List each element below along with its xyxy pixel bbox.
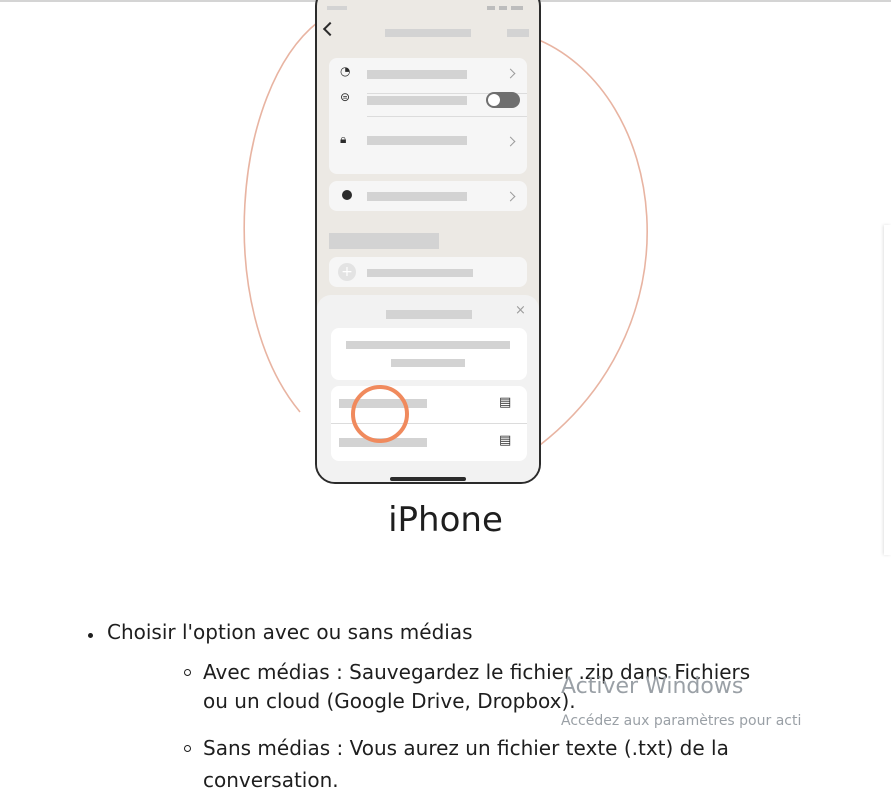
list-item-sub1-line2: ou un cloud (Google Drive, Dropbox). [203, 689, 576, 713]
chat-lock-icon: ⊜ [340, 90, 351, 104]
nav-action[interactable] [507, 29, 529, 37]
profile-icon [342, 190, 352, 200]
bullet-dot [88, 633, 93, 638]
bullet-circle [184, 669, 191, 676]
list-item-sub2-line1: Sans médias : Vous aurez un fichier text… [203, 736, 729, 760]
settings-card: ◔ ⊜ 🔒︎ [329, 58, 527, 174]
list-item-main: Choisir l'option avec ou sans médias [107, 620, 473, 644]
section-header [329, 233, 439, 249]
chevron-right-icon [505, 68, 516, 79]
profile-card[interactable] [329, 181, 527, 211]
bullet-circle [184, 745, 191, 752]
settings-row-label [367, 136, 467, 145]
sheet-info-card [331, 328, 527, 380]
nav-title [385, 29, 471, 37]
chevron-right-icon [505, 191, 516, 202]
close-icon[interactable]: × [515, 303, 526, 318]
list-item-sub1-line1: Avec médias : Sauvegardez le fichier .zi… [203, 660, 751, 684]
toggle-switch[interactable] [486, 92, 520, 108]
lock-icon: 🔒︎ [340, 132, 347, 146]
info-line [391, 359, 465, 367]
sheet-title [386, 310, 472, 319]
chevron-right-icon [505, 136, 516, 147]
battery-icon [511, 6, 523, 10]
info-line [346, 341, 510, 349]
settings-row-label [367, 96, 467, 105]
wifi-icon [499, 6, 507, 10]
home-indicator [390, 477, 466, 481]
signal-icon [487, 6, 495, 10]
phone-mockup: ◔ ⊜ 🔒︎ + × ▤ ▤ [315, 0, 541, 484]
back-chevron-icon[interactable] [322, 21, 338, 37]
document-icon: ▤ [499, 433, 512, 448]
add-row[interactable]: + [329, 257, 527, 287]
list-item-sub2-line2: conversation. [203, 768, 339, 792]
speed-icon: ◔ [340, 64, 351, 78]
contact-file-icon: ▤ [499, 395, 512, 410]
profile-label [367, 192, 467, 201]
status-time [327, 6, 347, 10]
plus-icon: + [338, 263, 356, 281]
device-caption: iPhone [388, 500, 503, 540]
divider [367, 116, 527, 117]
bottom-sheet: × ▤ ▤ [317, 295, 539, 482]
settings-row-label [367, 70, 467, 79]
add-row-label [367, 269, 473, 277]
highlight-circle [351, 385, 409, 443]
